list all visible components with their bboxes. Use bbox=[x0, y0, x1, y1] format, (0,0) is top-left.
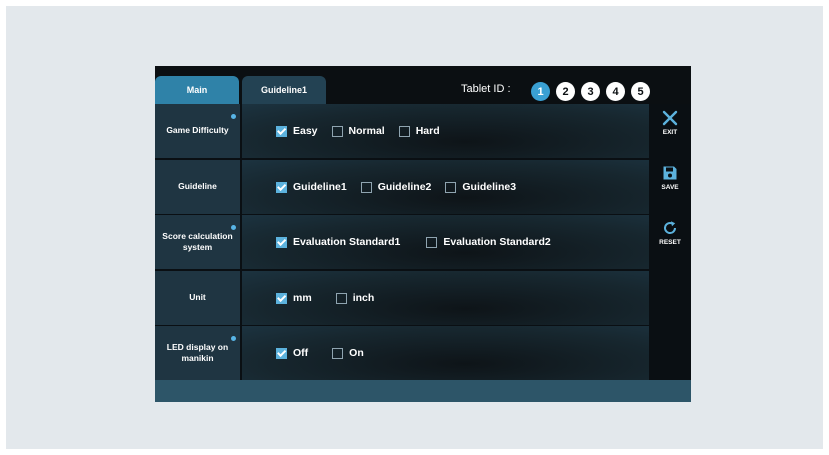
setting-label-text: Guideline bbox=[178, 181, 217, 192]
exit-label: EXIT bbox=[662, 129, 678, 136]
exit-button[interactable]: EXIT bbox=[649, 110, 691, 136]
option-label: Evaluation Standard2 bbox=[443, 236, 551, 248]
option-label: Normal bbox=[348, 125, 385, 137]
checkbox-empty-icon[interactable] bbox=[332, 347, 344, 359]
tab-bar: Main Guideline1 Tablet ID : 1 2 3 4 5 bbox=[155, 66, 691, 104]
option-label: inch bbox=[352, 292, 375, 304]
tablet-id-1[interactable]: 1 bbox=[531, 82, 550, 101]
action-sidebar: EXIT SAVE RESET bbox=[649, 104, 691, 380]
reset-button[interactable]: RESET bbox=[649, 220, 691, 246]
settings-window: Main Guideline1 Tablet ID : 1 2 3 4 5 Ga… bbox=[155, 66, 691, 402]
close-icon bbox=[662, 110, 678, 126]
tablet-id-2[interactable]: 2 bbox=[556, 82, 575, 101]
checkbox-checked-icon[interactable] bbox=[276, 292, 287, 304]
setting-label-text: Score calculation system bbox=[162, 230, 233, 252]
tablet-id-label: Tablet ID : bbox=[461, 83, 511, 95]
checkbox-empty-icon[interactable] bbox=[445, 181, 457, 193]
checkbox-empty-icon[interactable] bbox=[360, 181, 372, 193]
option-label: Guideline2 bbox=[377, 181, 432, 193]
setting-row-score-calculation: Score calculation system Evaluation Stan… bbox=[155, 215, 649, 269]
option-off[interactable]: Off bbox=[276, 347, 308, 359]
checkbox-empty-icon[interactable] bbox=[426, 236, 438, 248]
option-label: Easy bbox=[293, 125, 318, 137]
setting-row-led-display: LED display on manikin Off On bbox=[155, 326, 649, 380]
tablet-id-selector: 1 2 3 4 5 bbox=[531, 82, 650, 101]
option-guideline3[interactable]: Guideline3 bbox=[445, 181, 516, 193]
option-label: On bbox=[349, 347, 364, 359]
option-label: Guideline3 bbox=[462, 181, 517, 193]
option-normal[interactable]: Normal bbox=[331, 125, 385, 137]
option-evaluation-standard2[interactable]: Evaluation Standard2 bbox=[426, 236, 551, 248]
setting-label: LED display on manikin bbox=[155, 326, 240, 380]
setting-label: Score calculation system bbox=[155, 215, 240, 269]
reset-icon bbox=[664, 221, 677, 234]
tab-guideline1[interactable]: Guideline1 bbox=[242, 76, 326, 104]
bottom-bar bbox=[155, 380, 691, 402]
setting-options: Off On bbox=[242, 326, 649, 380]
checkbox-checked-icon[interactable] bbox=[276, 347, 287, 359]
option-easy[interactable]: Easy bbox=[276, 125, 318, 137]
checkbox-checked-icon[interactable] bbox=[276, 236, 287, 248]
option-on[interactable]: On bbox=[332, 347, 364, 359]
option-mm[interactable]: mm bbox=[276, 292, 312, 304]
setting-options: mm inch bbox=[242, 271, 649, 325]
option-guideline1[interactable]: Guideline1 bbox=[276, 181, 347, 193]
setting-row-game-difficulty: Game Difficulty Easy Normal Hard bbox=[155, 104, 649, 158]
info-dot-icon[interactable] bbox=[231, 114, 236, 119]
option-label: Off bbox=[293, 347, 309, 359]
setting-label: Guideline bbox=[155, 160, 240, 214]
checkbox-empty-icon[interactable] bbox=[398, 125, 410, 137]
save-icon bbox=[663, 166, 677, 180]
option-label: Hard bbox=[415, 125, 440, 137]
tablet-id-3[interactable]: 3 bbox=[581, 82, 600, 101]
setting-options: Guideline1 Guideline2 Guideline3 bbox=[242, 160, 649, 214]
info-dot-icon[interactable] bbox=[231, 336, 236, 341]
checkbox-empty-icon[interactable] bbox=[331, 125, 343, 137]
setting-label-text: Game Difficulty bbox=[166, 125, 229, 136]
setting-row-unit: Unit mm inch bbox=[155, 271, 649, 325]
setting-options: Easy Normal Hard bbox=[242, 104, 649, 158]
settings-table: Game Difficulty Easy Normal Hard Guideli… bbox=[155, 104, 649, 380]
option-guideline2[interactable]: Guideline2 bbox=[360, 181, 432, 193]
option-label: Evaluation Standard1 bbox=[293, 236, 401, 248]
setting-label-text: LED display on manikin bbox=[166, 341, 229, 363]
tab-main[interactable]: Main bbox=[155, 76, 239, 104]
tablet-id-5[interactable]: 5 bbox=[631, 82, 650, 101]
checkbox-empty-icon[interactable] bbox=[335, 292, 347, 304]
option-evaluation-standard1[interactable]: Evaluation Standard1 bbox=[276, 236, 400, 248]
checkbox-checked-icon[interactable] bbox=[276, 125, 287, 137]
option-inch[interactable]: inch bbox=[335, 292, 375, 304]
option-label: mm bbox=[293, 292, 312, 304]
setting-options: Evaluation Standard1 Evaluation Standard… bbox=[242, 215, 649, 269]
setting-row-guideline: Guideline Guideline1 Guideline2 Guidelin… bbox=[155, 160, 649, 214]
save-label: SAVE bbox=[661, 184, 679, 191]
option-label: Guideline1 bbox=[293, 181, 347, 193]
info-dot-icon[interactable] bbox=[231, 225, 236, 230]
tablet-id-4[interactable]: 4 bbox=[606, 82, 625, 101]
setting-label-text: Unit bbox=[189, 292, 206, 303]
setting-label: Unit bbox=[155, 271, 240, 325]
option-hard[interactable]: Hard bbox=[398, 125, 440, 137]
reset-label: RESET bbox=[659, 239, 681, 246]
checkbox-checked-icon[interactable] bbox=[276, 181, 287, 193]
setting-label: Game Difficulty bbox=[155, 104, 240, 158]
save-button[interactable]: SAVE bbox=[649, 165, 691, 191]
